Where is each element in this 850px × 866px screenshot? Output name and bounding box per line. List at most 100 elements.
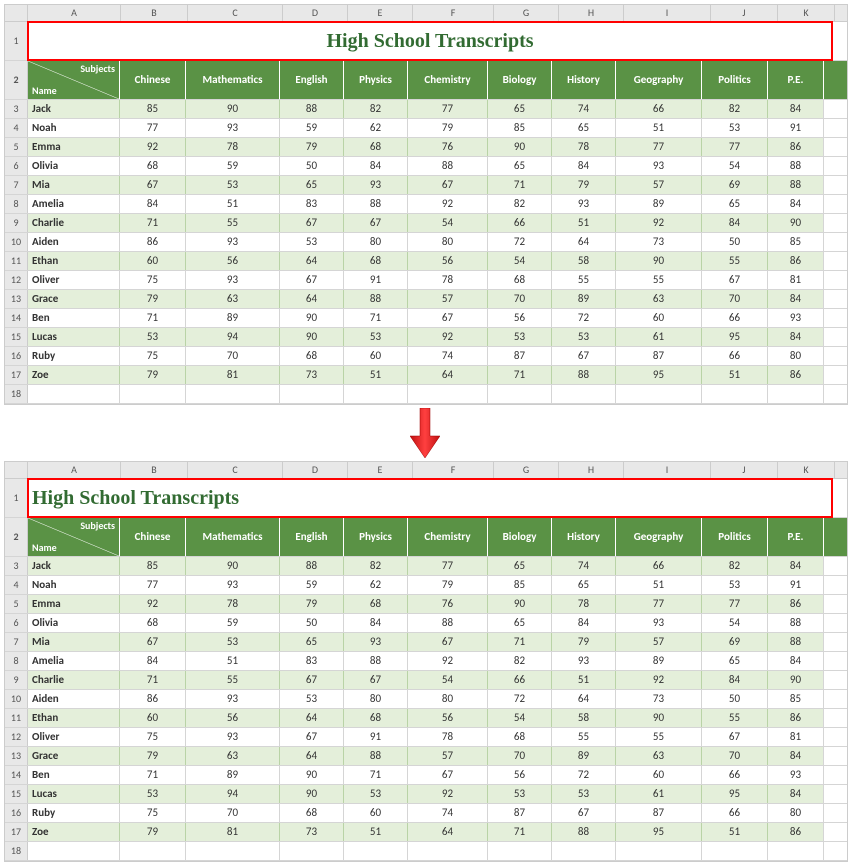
data-cell[interactable]: 88 bbox=[768, 157, 824, 175]
data-cell[interactable]: 59 bbox=[280, 119, 344, 137]
data-cell[interactable]: 64 bbox=[552, 233, 616, 251]
row-number[interactable]: 15 bbox=[5, 785, 28, 803]
row-number[interactable]: 18 bbox=[5, 842, 28, 860]
data-cell[interactable]: 55 bbox=[552, 271, 616, 289]
data-cell[interactable]: 65 bbox=[488, 557, 552, 575]
column-header[interactable]: Mathematics bbox=[186, 61, 280, 99]
name-cell[interactable]: Lucas bbox=[28, 328, 120, 346]
data-cell[interactable]: 73 bbox=[616, 233, 702, 251]
data-cell[interactable]: 94 bbox=[186, 785, 280, 803]
column-letter[interactable]: F bbox=[413, 5, 494, 21]
header-corner[interactable]: SubjectsName bbox=[28, 518, 120, 556]
column-header[interactable]: Physics bbox=[344, 61, 408, 99]
data-cell[interactable]: 87 bbox=[616, 347, 702, 365]
data-cell[interactable]: 74 bbox=[552, 100, 616, 118]
data-cell[interactable]: 92 bbox=[408, 328, 488, 346]
data-cell[interactable]: 77 bbox=[702, 138, 768, 156]
data-cell[interactable]: 95 bbox=[702, 785, 768, 803]
name-cell[interactable]: Olivia bbox=[28, 157, 120, 175]
row-number[interactable]: 6 bbox=[5, 157, 28, 175]
column-header[interactable]: Politics bbox=[702, 518, 768, 556]
data-cell[interactable]: 75 bbox=[120, 804, 186, 822]
data-cell[interactable]: 69 bbox=[702, 633, 768, 651]
data-cell[interactable]: 65 bbox=[280, 633, 344, 651]
data-cell[interactable]: 66 bbox=[702, 309, 768, 327]
name-cell[interactable]: Emma bbox=[28, 138, 120, 156]
data-cell[interactable]: 53 bbox=[488, 328, 552, 346]
row-number[interactable]: 7 bbox=[5, 633, 28, 651]
data-cell[interactable]: 90 bbox=[280, 785, 344, 803]
data-cell[interactable]: 53 bbox=[280, 233, 344, 251]
data-cell[interactable]: 79 bbox=[280, 595, 344, 613]
data-cell[interactable]: 90 bbox=[616, 252, 702, 270]
column-letter[interactable]: E bbox=[348, 5, 413, 21]
data-cell[interactable]: 91 bbox=[344, 271, 408, 289]
data-cell[interactable]: 93 bbox=[552, 652, 616, 670]
data-cell[interactable]: 53 bbox=[120, 785, 186, 803]
data-cell[interactable]: 81 bbox=[186, 823, 280, 841]
data-cell[interactable]: 57 bbox=[616, 176, 702, 194]
data-cell[interactable]: 80 bbox=[768, 804, 824, 822]
data-cell[interactable]: 71 bbox=[120, 671, 186, 689]
name-cell[interactable]: Mia bbox=[28, 633, 120, 651]
name-cell[interactable]: Mia bbox=[28, 176, 120, 194]
data-cell[interactable]: 81 bbox=[768, 271, 824, 289]
sheet-title[interactable]: High School Transcripts bbox=[28, 22, 832, 60]
data-cell[interactable]: 90 bbox=[616, 709, 702, 727]
row-number[interactable]: 10 bbox=[5, 690, 28, 708]
data-cell[interactable]: 54 bbox=[488, 252, 552, 270]
data-cell[interactable]: 64 bbox=[280, 252, 344, 270]
data-cell[interactable]: 65 bbox=[488, 157, 552, 175]
data-cell[interactable]: 82 bbox=[702, 100, 768, 118]
data-cell[interactable]: 80 bbox=[408, 690, 488, 708]
row-number[interactable]: 16 bbox=[5, 804, 28, 822]
data-cell[interactable]: 84 bbox=[552, 157, 616, 175]
row-number[interactable]: 5 bbox=[5, 138, 28, 156]
data-cell[interactable]: 81 bbox=[186, 366, 280, 384]
data-cell[interactable]: 95 bbox=[616, 366, 702, 384]
row-number[interactable]: 2 bbox=[5, 61, 28, 99]
data-cell[interactable]: 56 bbox=[186, 252, 280, 270]
data-cell[interactable]: 67 bbox=[280, 214, 344, 232]
data-cell[interactable]: 93 bbox=[616, 614, 702, 632]
data-cell[interactable]: 85 bbox=[768, 233, 824, 251]
name-cell[interactable]: Noah bbox=[28, 119, 120, 137]
data-cell[interactable]: 85 bbox=[488, 119, 552, 137]
column-letter[interactable]: J bbox=[711, 5, 778, 21]
name-cell[interactable]: Aiden bbox=[28, 690, 120, 708]
data-cell[interactable]: 93 bbox=[186, 233, 280, 251]
data-cell[interactable]: 56 bbox=[186, 709, 280, 727]
name-cell[interactable]: Oliver bbox=[28, 271, 120, 289]
data-cell[interactable]: 71 bbox=[120, 309, 186, 327]
data-cell[interactable]: 84 bbox=[768, 747, 824, 765]
data-cell[interactable]: 51 bbox=[186, 195, 280, 213]
name-cell[interactable]: Grace bbox=[28, 290, 120, 308]
data-cell[interactable]: 89 bbox=[552, 290, 616, 308]
name-cell[interactable]: Lucas bbox=[28, 785, 120, 803]
data-cell[interactable]: 56 bbox=[488, 766, 552, 784]
data-cell[interactable]: 92 bbox=[616, 671, 702, 689]
data-cell[interactable]: 68 bbox=[344, 138, 408, 156]
data-cell[interactable]: 93 bbox=[186, 728, 280, 746]
data-cell[interactable]: 60 bbox=[120, 252, 186, 270]
column-header[interactable]: Biology bbox=[488, 518, 552, 556]
data-cell[interactable]: 67 bbox=[344, 671, 408, 689]
empty-cell[interactable] bbox=[552, 842, 616, 860]
data-cell[interactable]: 54 bbox=[488, 709, 552, 727]
empty-cell[interactable] bbox=[768, 842, 824, 860]
row-number[interactable]: 14 bbox=[5, 766, 28, 784]
data-cell[interactable]: 71 bbox=[488, 633, 552, 651]
data-cell[interactable]: 89 bbox=[616, 195, 702, 213]
column-letter[interactable]: J bbox=[711, 462, 778, 478]
data-cell[interactable]: 68 bbox=[120, 157, 186, 175]
data-cell[interactable]: 94 bbox=[186, 328, 280, 346]
column-header[interactable]: Geography bbox=[616, 61, 702, 99]
data-cell[interactable]: 90 bbox=[768, 214, 824, 232]
row-number[interactable]: 17 bbox=[5, 366, 28, 384]
data-cell[interactable]: 88 bbox=[768, 176, 824, 194]
data-cell[interactable]: 64 bbox=[280, 747, 344, 765]
column-header[interactable]: Biology bbox=[488, 61, 552, 99]
data-cell[interactable]: 67 bbox=[552, 804, 616, 822]
column-letter[interactable]: G bbox=[494, 462, 559, 478]
row-number[interactable]: 7 bbox=[5, 176, 28, 194]
